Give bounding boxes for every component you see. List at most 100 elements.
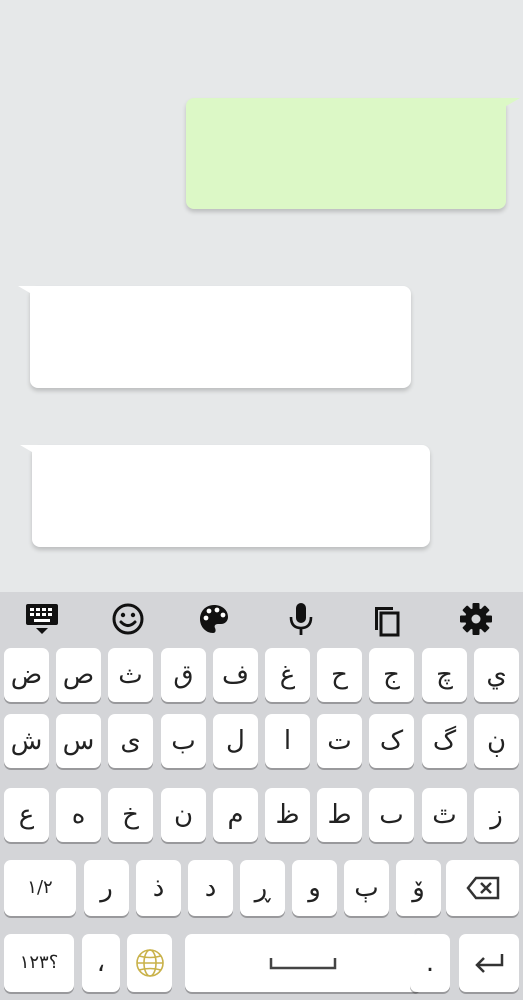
letter-key[interactable]: ر — [84, 860, 129, 916]
letter-key-label: ٿ — [432, 800, 457, 830]
keyboard-toolbar — [0, 592, 523, 644]
letter-key[interactable]: ب — [161, 714, 206, 768]
letter-key[interactable]: ی — [108, 714, 153, 768]
incoming-message-bubble[interactable] — [30, 286, 411, 388]
microphone-icon[interactable] — [281, 600, 321, 638]
shift-page-key[interactable]: ۱/۲ — [4, 860, 76, 916]
space-key[interactable] — [185, 934, 421, 992]
letter-key-label: ل — [226, 726, 245, 756]
keyboard-hide-icon[interactable] — [22, 600, 62, 638]
letter-key[interactable]: ط — [317, 788, 362, 842]
incoming-bubble-tail — [18, 286, 42, 300]
letter-key-label: خ — [122, 800, 139, 830]
letter-key[interactable]: ع — [4, 788, 49, 842]
letter-key-label: ڕ — [254, 873, 271, 903]
letter-key-label: س — [62, 726, 95, 756]
letter-key[interactable]: م — [213, 788, 258, 842]
letter-key-label: م — [227, 800, 244, 830]
letter-key[interactable]: ڕ — [240, 860, 285, 916]
letter-key[interactable]: ض — [4, 648, 49, 702]
backspace-key[interactable] — [446, 860, 519, 916]
letter-key[interactable]: خ — [108, 788, 153, 842]
letter-key[interactable]: غ — [265, 648, 310, 702]
letter-key-label: ظ — [275, 800, 300, 830]
persian-keyboard: ض ص ث ق ف غ ح ج چ ي ش س ی ب ل ا ت ک گ ڹ ع ه خ ن م ظ ط ٮ ٿ ز ۱/۲ ر ذ د ڕ و ٻ ۆ… — [0, 592, 523, 1000]
letter-key[interactable]: ف — [213, 648, 258, 702]
letter-key[interactable]: ه — [56, 788, 101, 842]
globe-icon — [135, 949, 164, 977]
letter-key[interactable]: ل — [213, 714, 258, 768]
language-key[interactable] — [127, 934, 172, 992]
letter-key-label: ه — [71, 800, 86, 830]
letter-key[interactable]: گ — [422, 714, 467, 768]
letter-key-label: چ — [436, 660, 453, 690]
letter-key[interactable]: ي — [474, 648, 519, 702]
letter-key-label: ٻ — [354, 873, 379, 903]
letter-key-label: ع — [18, 800, 35, 830]
clipboard-icon[interactable] — [367, 600, 407, 638]
letter-key[interactable]: چ — [422, 648, 467, 702]
letter-key[interactable]: ش — [4, 714, 49, 768]
letter-key[interactable]: د — [188, 860, 233, 916]
letter-key[interactable]: ظ — [265, 788, 310, 842]
letter-key-label: ف — [222, 660, 249, 690]
letter-key[interactable]: ا — [265, 714, 310, 768]
letter-key[interactable]: ث — [108, 648, 153, 702]
letter-key[interactable]: و — [292, 860, 337, 916]
settings-gear-icon[interactable] — [456, 600, 496, 638]
letter-key[interactable]: ز — [474, 788, 519, 842]
comma-key-label: ، — [96, 948, 106, 978]
palette-icon[interactable] — [194, 600, 234, 638]
letter-key[interactable]: ح — [317, 648, 362, 702]
letter-key-label: ث — [118, 660, 143, 690]
letter-key-label: ی — [120, 726, 141, 756]
letter-key[interactable]: ڹ — [474, 714, 519, 768]
letter-key[interactable]: ت — [317, 714, 362, 768]
letter-key-label: ص — [62, 660, 95, 690]
letter-key-label: ڹ — [486, 726, 507, 756]
letter-key[interactable]: ج — [369, 648, 414, 702]
letter-key-label: ش — [10, 726, 43, 756]
shift-page-key-label: ۱/۲ — [27, 877, 53, 898]
letter-key[interactable]: ۆ — [396, 860, 441, 916]
letter-key-label: گ — [432, 726, 457, 756]
letter-key[interactable]: ص — [56, 648, 101, 702]
numbers-key-label: ؟۱۲۳ — [19, 952, 59, 973]
numbers-key[interactable]: ؟۱۲۳ — [4, 934, 74, 992]
letter-key-label: ک — [379, 726, 404, 756]
letter-key-label: د — [204, 873, 217, 903]
space-icon — [269, 958, 337, 970]
letter-key[interactable]: ذ — [136, 860, 181, 916]
letter-key-label: غ — [279, 660, 296, 690]
backspace-icon — [465, 876, 499, 900]
comma-key[interactable]: ، — [82, 934, 120, 992]
letter-key[interactable]: ٿ — [422, 788, 467, 842]
incoming-bubble-tail — [20, 445, 44, 459]
letter-key-label: و — [308, 873, 321, 903]
outgoing-message-bubble[interactable] — [186, 98, 506, 209]
period-key-label: . — [425, 948, 435, 978]
outgoing-bubble-tail — [496, 98, 520, 112]
letter-key-label: ز — [490, 800, 503, 830]
letter-key-label: ۆ — [412, 873, 425, 903]
enter-icon — [475, 954, 504, 973]
emoji-icon[interactable] — [108, 600, 148, 638]
letter-key-label: ذ — [152, 873, 165, 903]
letter-key-label: ٮ — [379, 800, 404, 830]
enter-key[interactable] — [459, 934, 519, 992]
incoming-message-bubble[interactable] — [32, 445, 430, 547]
letter-key[interactable]: ٻ — [344, 860, 389, 916]
letter-key[interactable]: ق — [161, 648, 206, 702]
letter-key[interactable]: ن — [161, 788, 206, 842]
letter-key[interactable]: ٮ — [369, 788, 414, 842]
letter-key[interactable]: ک — [369, 714, 414, 768]
letter-key-label: ض — [10, 660, 43, 690]
letter-key-label: ا — [283, 726, 292, 756]
letter-key[interactable]: س — [56, 714, 101, 768]
letter-key-label: ن — [173, 800, 194, 830]
period-key[interactable]: . — [410, 934, 450, 992]
letter-key-label: ي — [486, 660, 507, 690]
letter-key-label: ح — [331, 660, 348, 690]
letter-key-label: ر — [100, 873, 113, 903]
chat-area — [0, 0, 523, 592]
